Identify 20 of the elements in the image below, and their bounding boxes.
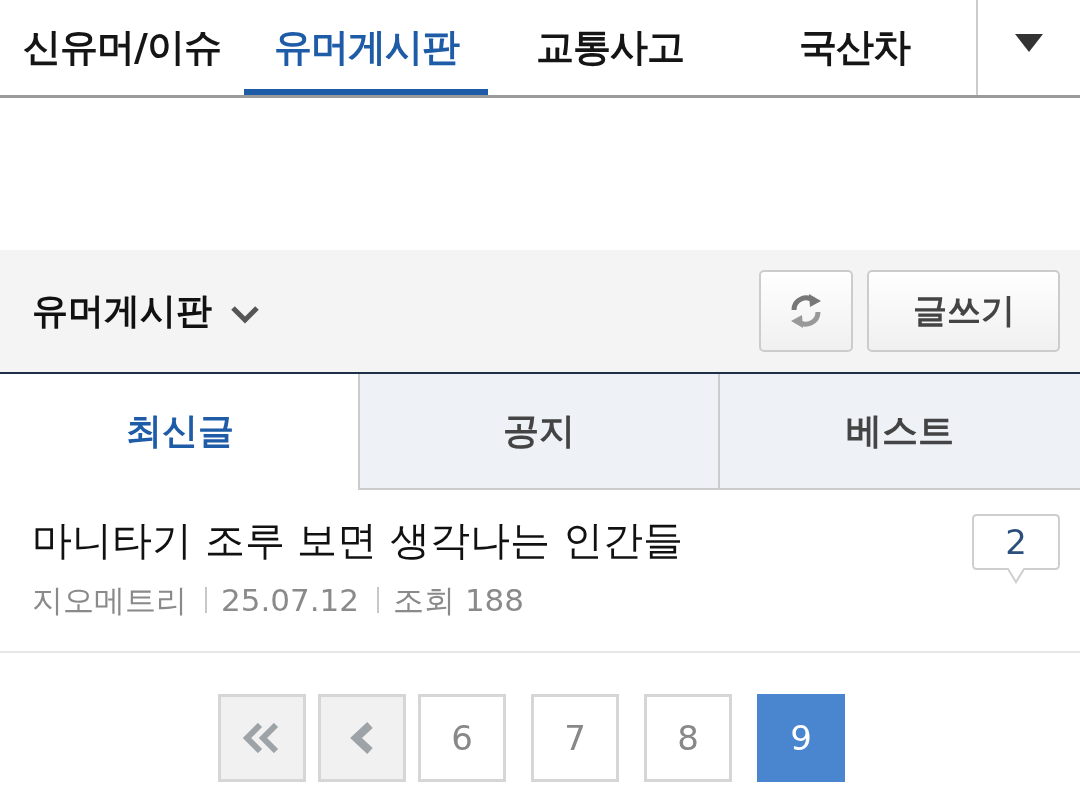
first-page-button[interactable] [218, 694, 306, 782]
list-tab[interactable]: 공지 [358, 374, 718, 490]
page-number-button[interactable]: 8 [644, 694, 732, 782]
refresh-icon [789, 293, 823, 329]
page-number-button[interactable]: 9 [757, 694, 845, 782]
post-views: 조회 188 [393, 581, 525, 620]
post-author: 지오메트리 [32, 581, 187, 620]
page-number-button[interactable]: 7 [531, 694, 619, 782]
list-tab[interactable]: 베스트 [718, 374, 1080, 490]
post-title[interactable]: 마니타기 조루 보면 생각나는 인간들 [32, 512, 683, 568]
write-button[interactable]: 글쓰기 [867, 270, 1060, 352]
page-number-button[interactable]: 6 [418, 694, 506, 782]
dropdown-triangle-icon[interactable] [1015, 33, 1043, 52]
refresh-button[interactable] [759, 270, 853, 352]
chevron-left-icon [350, 722, 374, 754]
comment-count-badge[interactable]: 2 [972, 514, 1060, 584]
board-title: 유머게시판 [32, 288, 212, 333]
previous-page-button[interactable] [318, 694, 406, 782]
post-date: 25.07.12 [221, 581, 360, 620]
chevron-down-icon[interactable] [230, 305, 260, 325]
